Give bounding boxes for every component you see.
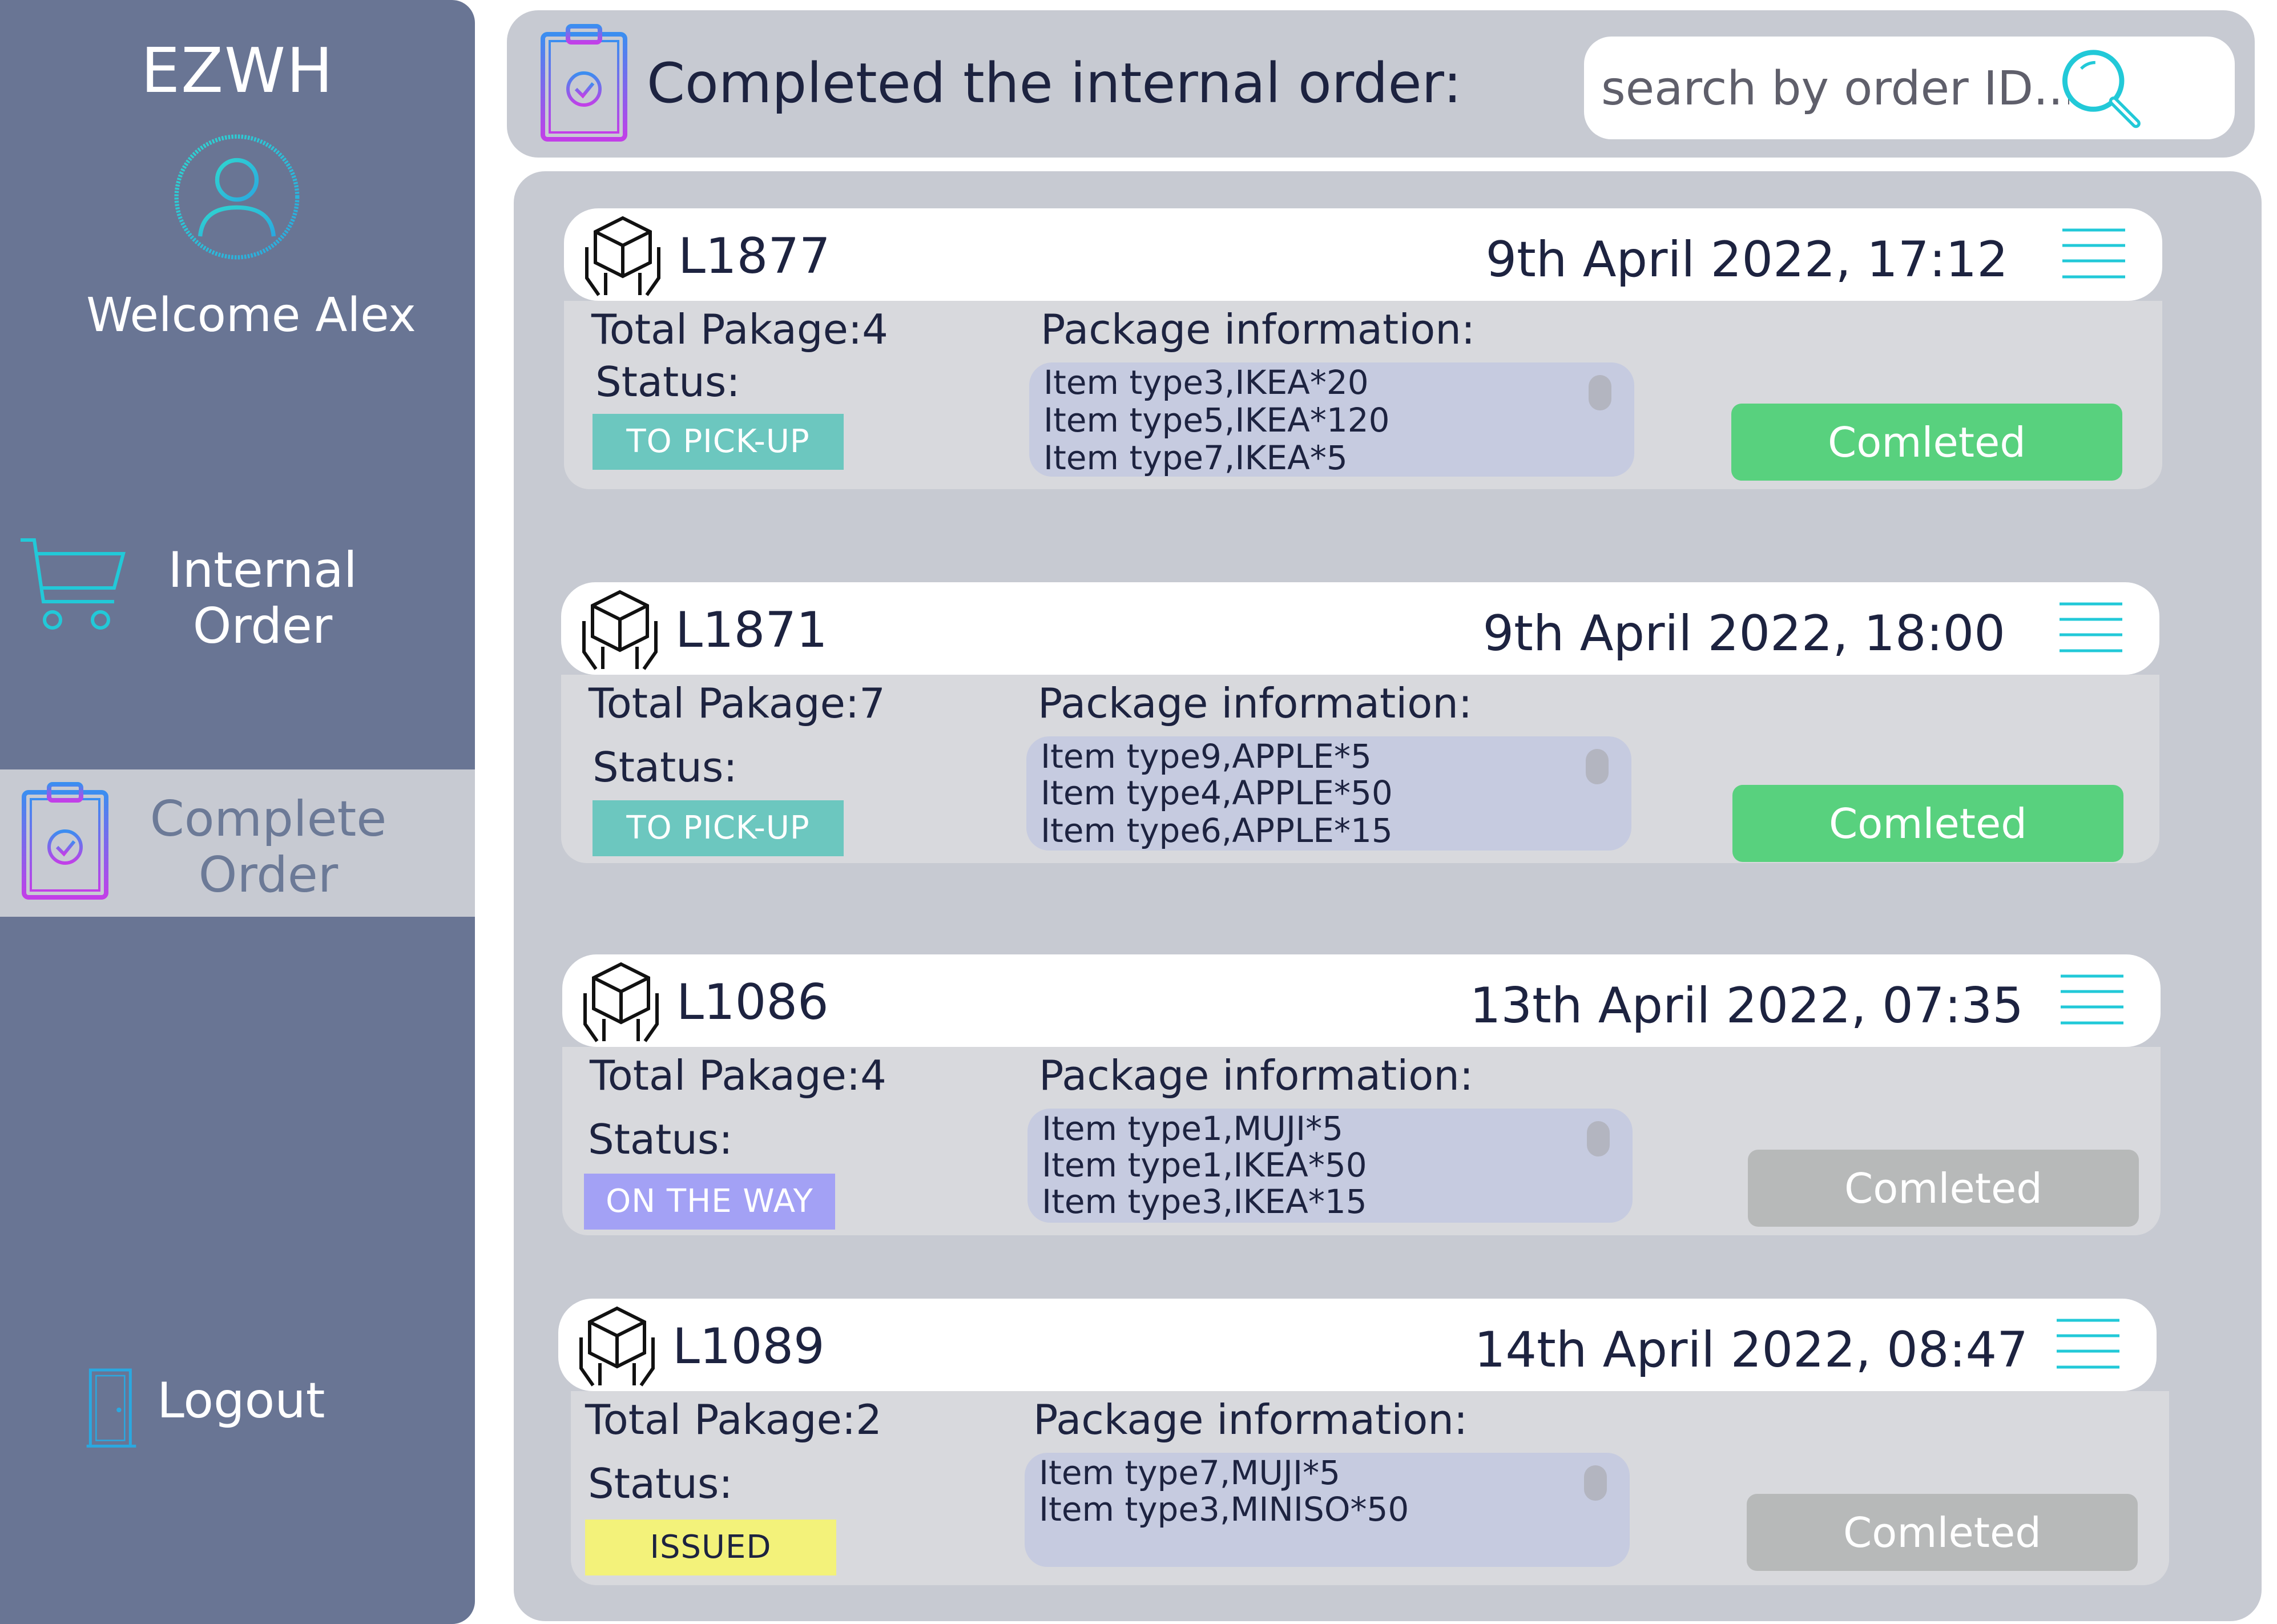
order-card-body: Total Pakage:4 Status: ON THE WAY Packag…	[562, 1047, 2161, 1235]
order-id: L1871	[675, 602, 828, 659]
completed-button[interactable]: Comleted	[1731, 404, 2122, 481]
logout-button[interactable]: Logout	[0, 1353, 475, 1450]
sidebar-item-internal-order[interactable]: Internal Order	[0, 531, 475, 662]
order-card-header: L1871 9th April 2022, 18:00	[561, 582, 2159, 675]
package-hands-icon	[582, 590, 658, 670]
list-item: Item type4,APPLE*50	[1041, 773, 1393, 812]
order-id: L1086	[676, 974, 829, 1031]
list-item: Item type7,MUJI*5	[1039, 1453, 1340, 1492]
app-brand: EZWH	[140, 35, 335, 107]
status-badge: ON THE WAY	[584, 1174, 835, 1230]
menu-icon[interactable]	[2061, 973, 2123, 1027]
logout-label: Logout	[157, 1372, 325, 1429]
status-label: Status:	[588, 1115, 733, 1163]
order-card-header: L1877 9th April 2022, 17:12	[564, 208, 2162, 301]
total-packages: Total Pakage:7	[589, 679, 885, 727]
order-date: 14th April 2022, 08:47	[1474, 1321, 2028, 1379]
user-circle-icon	[174, 134, 300, 260]
package-hands-icon	[579, 1306, 655, 1387]
package-hands-icon	[583, 962, 659, 1042]
status-label: Status:	[593, 743, 737, 791]
list-item: Item type7,IKEA*5	[1043, 438, 1348, 477]
menu-icon[interactable]	[2057, 1317, 2119, 1371]
page-header: Completed the internal order:	[507, 10, 2255, 158]
package-info-list[interactable]: Item type7,MUJI*5 Item type3,MINISO*50	[1025, 1453, 1630, 1567]
welcome-text: Welcome Alex	[86, 288, 416, 342]
order-id: L1877	[678, 228, 831, 285]
list-item: Item type1,IKEA*50	[1042, 1146, 1367, 1184]
list-item: Item type3,IKEA*20	[1043, 363, 1369, 402]
scrollbar[interactable]	[1586, 749, 1609, 784]
page-title: Completed the internal order:	[647, 51, 1462, 115]
list-item: Item type1,MUJI*5	[1042, 1109, 1343, 1148]
package-info-title: Package information:	[1033, 1396, 1468, 1444]
status-badge: TO PICK-UP	[593, 414, 844, 470]
menu-icon[interactable]	[2062, 227, 2125, 281]
order-card: L1089 14th April 2022, 08:47 Total Pakag…	[558, 1299, 2169, 1593]
package-info-title: Package information:	[1039, 1051, 1474, 1099]
list-item: Item type6,APPLE*15	[1041, 811, 1393, 850]
order-card-header: L1086 13th April 2022, 07:35	[562, 954, 2161, 1047]
scrollbar[interactable]	[1584, 1465, 1607, 1501]
order-card: L1086 13th April 2022, 07:35 Total Pakag…	[562, 954, 2161, 1248]
package-info-list[interactable]: Item type9,APPLE*5 Item type4,APPLE*50 I…	[1026, 736, 1631, 851]
order-date: 13th April 2022, 07:35	[1469, 977, 2024, 1034]
status-badge: ISSUED	[585, 1520, 836, 1575]
package-hands-icon	[585, 216, 660, 296]
sidebar-item-complete-order[interactable]: Complete Order	[0, 769, 475, 917]
search-icon[interactable]	[2052, 42, 2155, 134]
scrollbar[interactable]	[1589, 375, 1611, 410]
total-packages: Total Pakage:4	[591, 305, 888, 353]
total-packages: Total Pakage:2	[585, 1396, 882, 1444]
package-info-list[interactable]: Item type1,MUJI*5 Item type1,IKEA*50 Ite…	[1027, 1109, 1633, 1223]
status-label: Status:	[595, 358, 740, 406]
order-card-header: L1089 14th April 2022, 08:47	[558, 1299, 2157, 1391]
order-id: L1089	[672, 1318, 825, 1375]
order-list-panel[interactable]: L1877 9th April 2022, 17:12 Total Pakage…	[514, 171, 2262, 1621]
door-icon	[86, 1368, 136, 1448]
order-date: 9th April 2022, 17:12	[1485, 231, 2008, 288]
package-info-title: Package information:	[1041, 305, 1476, 353]
completed-button[interactable]: Comleted	[1732, 785, 2123, 862]
nav-internal-text: Internal Order	[168, 542, 357, 655]
status-label: Status:	[588, 1460, 733, 1508]
list-item: Item type5,IKEA*120	[1043, 401, 1390, 440]
cart-icon	[21, 538, 126, 630]
scrollbar[interactable]	[1587, 1121, 1610, 1156]
order-card: L1871 9th April 2022, 18:00 Total Pakage…	[561, 582, 2159, 876]
sidebar-item-label: Complete Order	[131, 791, 405, 903]
package-info-title: Package information:	[1038, 679, 1473, 727]
search-bar	[1584, 37, 2235, 139]
search-input[interactable]	[1600, 58, 2070, 119]
list-item: Item type3,MINISO*50	[1039, 1490, 1409, 1529]
order-card-body: Total Pakage:2 Status: ISSUED Package in…	[571, 1391, 2169, 1585]
menu-icon[interactable]	[2060, 601, 2122, 655]
clipboard-check-icon	[22, 782, 108, 900]
order-card-body: Total Pakage:7 Status: TO PICK-UP Packag…	[561, 675, 2159, 863]
completed-button[interactable]: Comleted	[1748, 1150, 2139, 1227]
clipboard-check-icon	[541, 24, 627, 142]
sidebar-item-label: Internal Order	[126, 542, 400, 654]
package-info-list[interactable]: Item type3,IKEA*20 Item type5,IKEA*120 I…	[1029, 362, 1634, 477]
sidebar: EZWH Welcome Alex Internal Order Complet…	[0, 0, 475, 1624]
list-item: Item type3,IKEA*15	[1042, 1182, 1367, 1221]
completed-button[interactable]: Comleted	[1747, 1494, 2138, 1571]
total-packages: Total Pakage:4	[590, 1051, 886, 1099]
order-card: L1877 9th April 2022, 17:12 Total Pakage…	[564, 208, 2162, 502]
list-item: Item type9,APPLE*5	[1041, 737, 1372, 776]
order-date: 9th April 2022, 18:00	[1482, 605, 2005, 662]
nav-complete-text: Complete Order	[150, 791, 387, 904]
order-card-body: Total Pakage:4 Status: TO PICK-UP Packag…	[564, 301, 2162, 489]
status-badge: TO PICK-UP	[593, 800, 844, 856]
